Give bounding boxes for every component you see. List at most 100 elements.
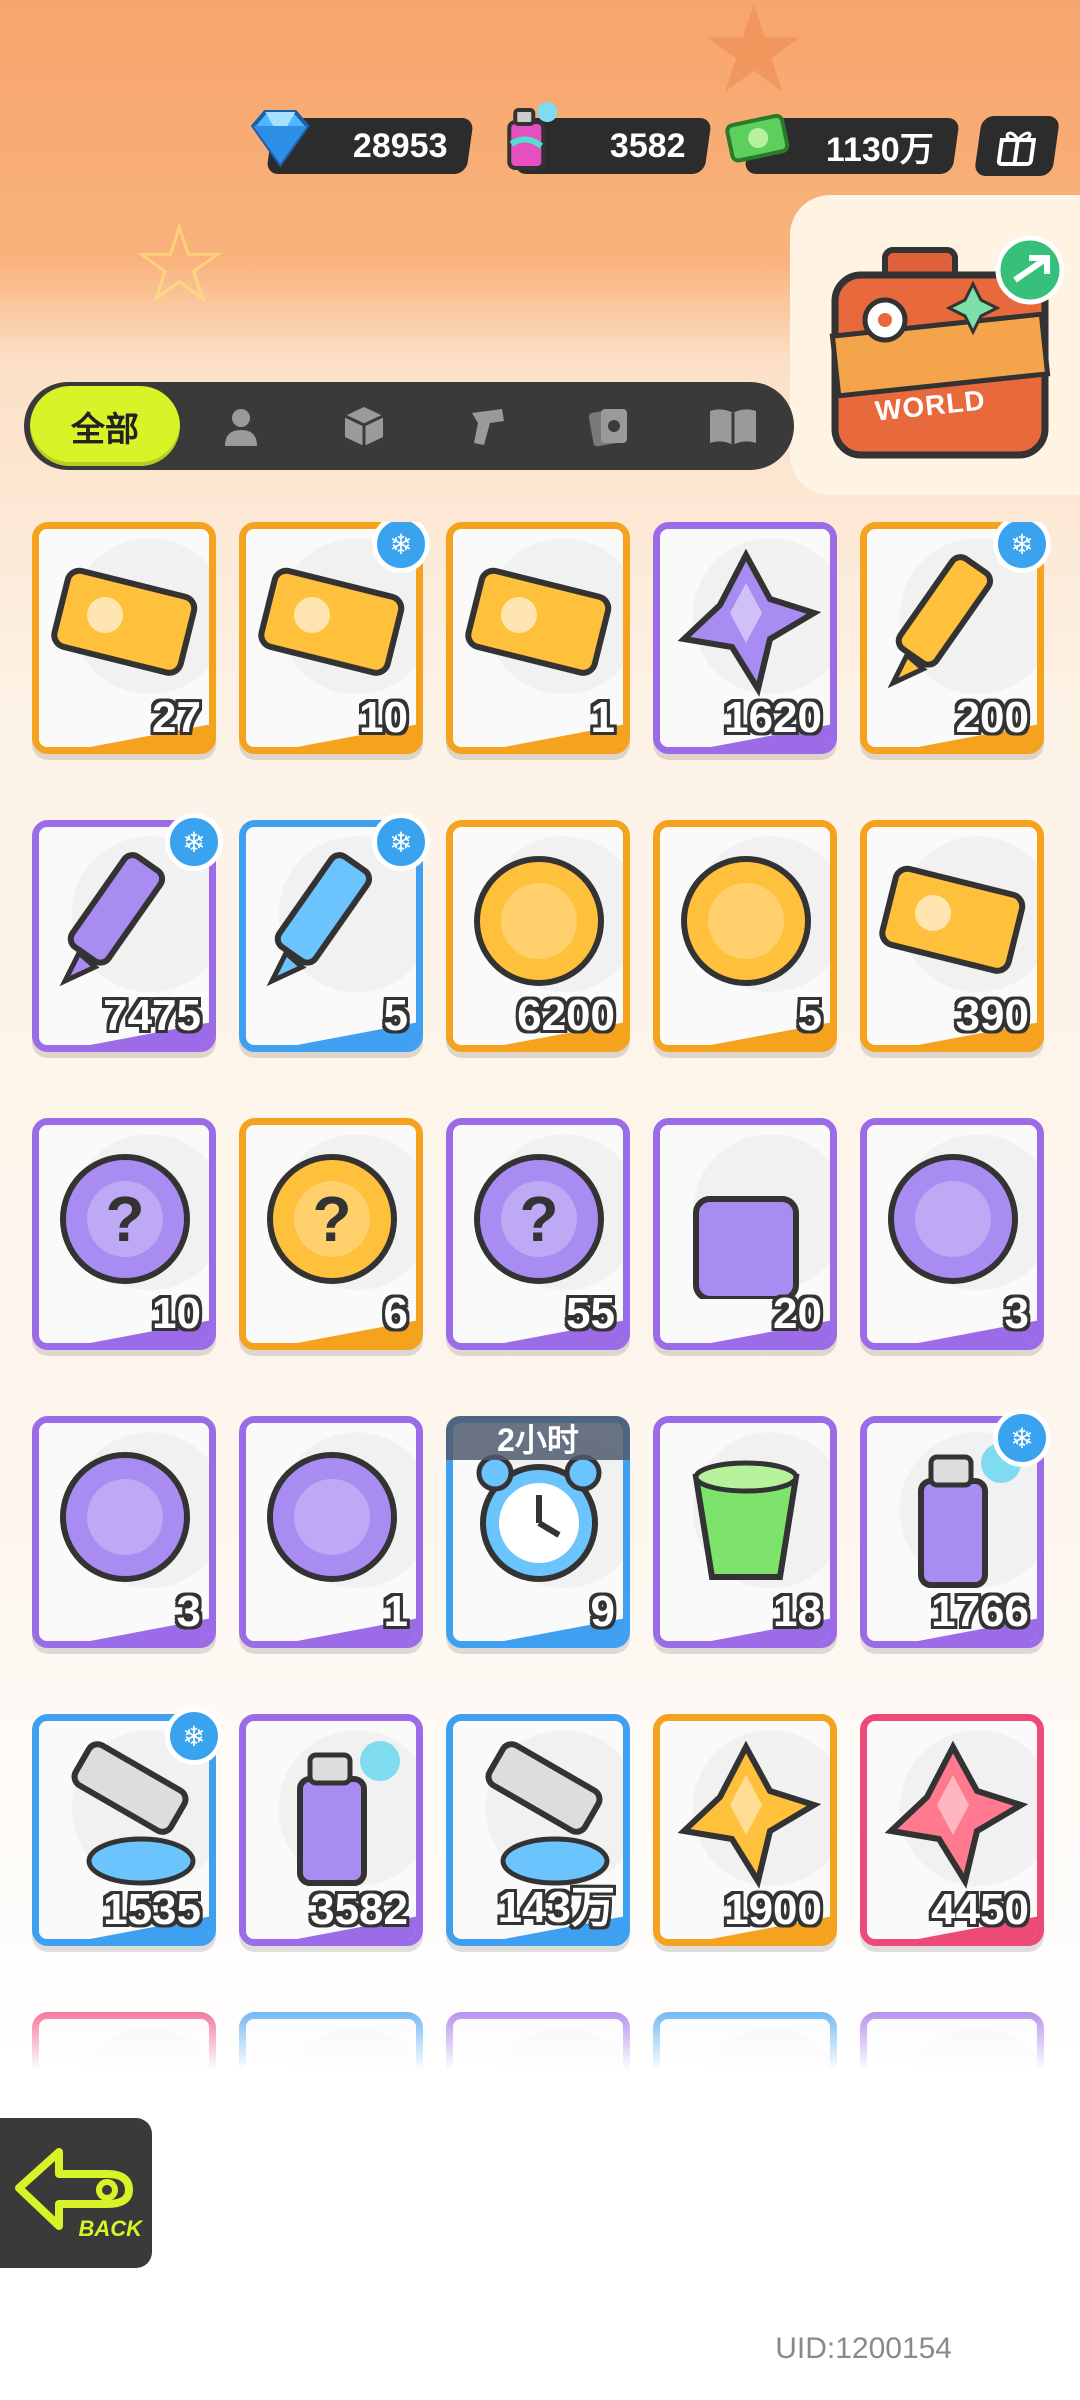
svg-text:?: ?: [105, 1183, 144, 1255]
item-count: 7475: [103, 991, 201, 1040]
diamond-value: 28953: [353, 126, 448, 165]
item-count: 3: [176, 1587, 201, 1636]
inventory-item-card[interactable]: 3: [32, 1416, 216, 1648]
item-card-background: 3582: [246, 1721, 416, 1939]
inventory-item-card[interactable]: 18: [653, 1416, 837, 1648]
item-card-background: 4450: [867, 1721, 1037, 1939]
item-card-background: 1: [246, 1423, 416, 1641]
item-count: 9: [590, 1587, 615, 1636]
inventory-item-card[interactable]: ? 6: [239, 1118, 423, 1350]
inventory-item-card[interactable]: 1: [446, 522, 630, 754]
item-count: 1535: [103, 1885, 201, 1934]
item-count: 3: [1004, 1289, 1029, 1338]
item-count: 1620: [724, 693, 822, 742]
tab-boxes[interactable]: [303, 386, 426, 466]
item-count: 1: [383, 1587, 408, 1636]
item-count: 6: [383, 1289, 408, 1338]
item-count: 20: [773, 1289, 822, 1338]
tab-all[interactable]: 全部: [30, 386, 180, 466]
item-timer-label: 2小时: [446, 1416, 630, 1460]
inventory-item-card[interactable]: 1900: [653, 1714, 837, 1946]
item-card-background: 390: [867, 827, 1037, 1045]
star-burst-sticker-icon: [681, 856, 811, 986]
diamond-icon: [250, 110, 310, 168]
back-button[interactable]: BACK: [0, 2112, 158, 2274]
item-count: 1900: [724, 1885, 822, 1934]
inventory-item-card[interactable]: 143万: [446, 1714, 630, 1946]
cash-icon: [725, 113, 790, 163]
cards-icon: [588, 409, 627, 447]
blue-star-crystal-icon: [677, 548, 822, 697]
inventory-item-card[interactable]: 5 ❄: [239, 813, 430, 1052]
inventory-item-card[interactable]: 10 ❄: [239, 522, 430, 754]
palm-tree-icon: ❄: [165, 1707, 223, 1765]
inventory-item-card[interactable]: 1620: [653, 522, 837, 754]
inventory-item-card[interactable]: 390: [860, 820, 1044, 1052]
book-icon: [709, 409, 756, 445]
diamond-counter[interactable]: 28953: [250, 110, 474, 174]
inventory-item-card[interactable]: ? 55: [446, 1118, 630, 1350]
item-count: 18: [773, 1587, 822, 1636]
item-card-background: 3: [39, 1423, 209, 1641]
inventory-item-card[interactable]: 5: [653, 820, 837, 1052]
pink-spray-can-icon: [297, 1741, 400, 1886]
item-card-background: 1900: [660, 1721, 830, 1939]
mystery-egg-icon: ?: [60, 1154, 190, 1284]
cash-counter[interactable]: 1130万: [725, 113, 960, 174]
user-id: UID:1200154: [775, 2332, 952, 2365]
item-count: 5: [383, 991, 408, 1040]
item-count: 10: [359, 693, 408, 742]
tab-cards[interactable]: [548, 386, 671, 466]
background-star-decoration: ☆: [130, 203, 229, 326]
inventory-item-card[interactable]: 1766 ❄: [860, 1409, 1051, 1648]
inventory-item-card[interactable]: 6200: [446, 820, 630, 1052]
red-fish-orb-icon: [888, 1154, 1018, 1284]
inventory-item-card[interactable]: 9 2小时: [446, 1416, 630, 1648]
inventory-item-card[interactable]: 1: [239, 1416, 423, 1648]
filter-tab-bar: 全部: [24, 382, 794, 470]
item-count: 1766: [931, 1587, 1029, 1636]
palm-tree-icon: ❄: [993, 1409, 1051, 1467]
green-drink-icon: [692, 1460, 800, 1580]
inventory-item-card[interactable]: 4450: [860, 1714, 1044, 1946]
item-count: 143万: [497, 1883, 615, 1932]
spray-counter[interactable]: 3582: [507, 102, 712, 174]
item-count: 10: [152, 1289, 201, 1338]
inventory-item-card[interactable]: 200 ❄: [860, 522, 1051, 754]
item-count: 27: [152, 693, 201, 742]
inventory-item-card[interactable]: 27: [32, 522, 216, 754]
item-count: 55: [566, 1289, 615, 1338]
tab-characters[interactable]: [180, 386, 303, 466]
palm-tree-icon: ❄: [372, 813, 430, 871]
item-count: 4450: [931, 1885, 1029, 1934]
tab-books[interactable]: [671, 386, 794, 466]
purple-ticket-icon: [465, 567, 612, 676]
inventory-item-card[interactable]: 3: [860, 1118, 1044, 1350]
gold-gem-icon: [677, 1740, 822, 1889]
yellow-creature-orb-icon: [60, 1452, 190, 1582]
back-label: BACK: [78, 2216, 142, 2241]
red-gem-icon: [884, 1740, 1029, 1889]
inventory-item-card[interactable]: 1535 ❄: [32, 1707, 223, 1946]
inventory-item-card[interactable]: 3582: [239, 1714, 423, 1946]
spray-gun-icon: [471, 409, 504, 445]
item-count: 3582: [310, 1885, 408, 1934]
item-card-background: 1: [453, 529, 623, 747]
item-card-background: 18: [660, 1423, 830, 1641]
cash-value: 1130万: [826, 130, 934, 169]
inventory-item-card[interactable]: ? 10: [32, 1118, 216, 1350]
tab-spray-guns[interactable]: [426, 386, 549, 466]
inventory-item-card[interactable]: 20: [653, 1118, 837, 1350]
item-card-background: 5: [660, 827, 830, 1045]
gift-button[interactable]: [973, 116, 1061, 176]
gold-mystery-badge-icon: ?: [267, 1154, 397, 1284]
item-count: 5: [797, 991, 822, 1040]
item-count: 200: [955, 693, 1029, 742]
purple-mystery-badge-icon: ?: [474, 1154, 604, 1284]
item-card-background: 1620: [660, 529, 830, 747]
inventory-item-card[interactable]: 7475 ❄: [32, 813, 223, 1052]
world-suitcase-button[interactable]: WORLD: [815, 230, 1065, 470]
inventory-grid: 27 10 ❄ 1 1620 200 ❄ 7475 ❄ 5 ❄ 6200 5 390? 10? 6? 55 20 3…: [32, 522, 1052, 2082]
palm-tree-icon: ❄: [372, 522, 430, 573]
gold-ticket-icon: [51, 567, 198, 676]
